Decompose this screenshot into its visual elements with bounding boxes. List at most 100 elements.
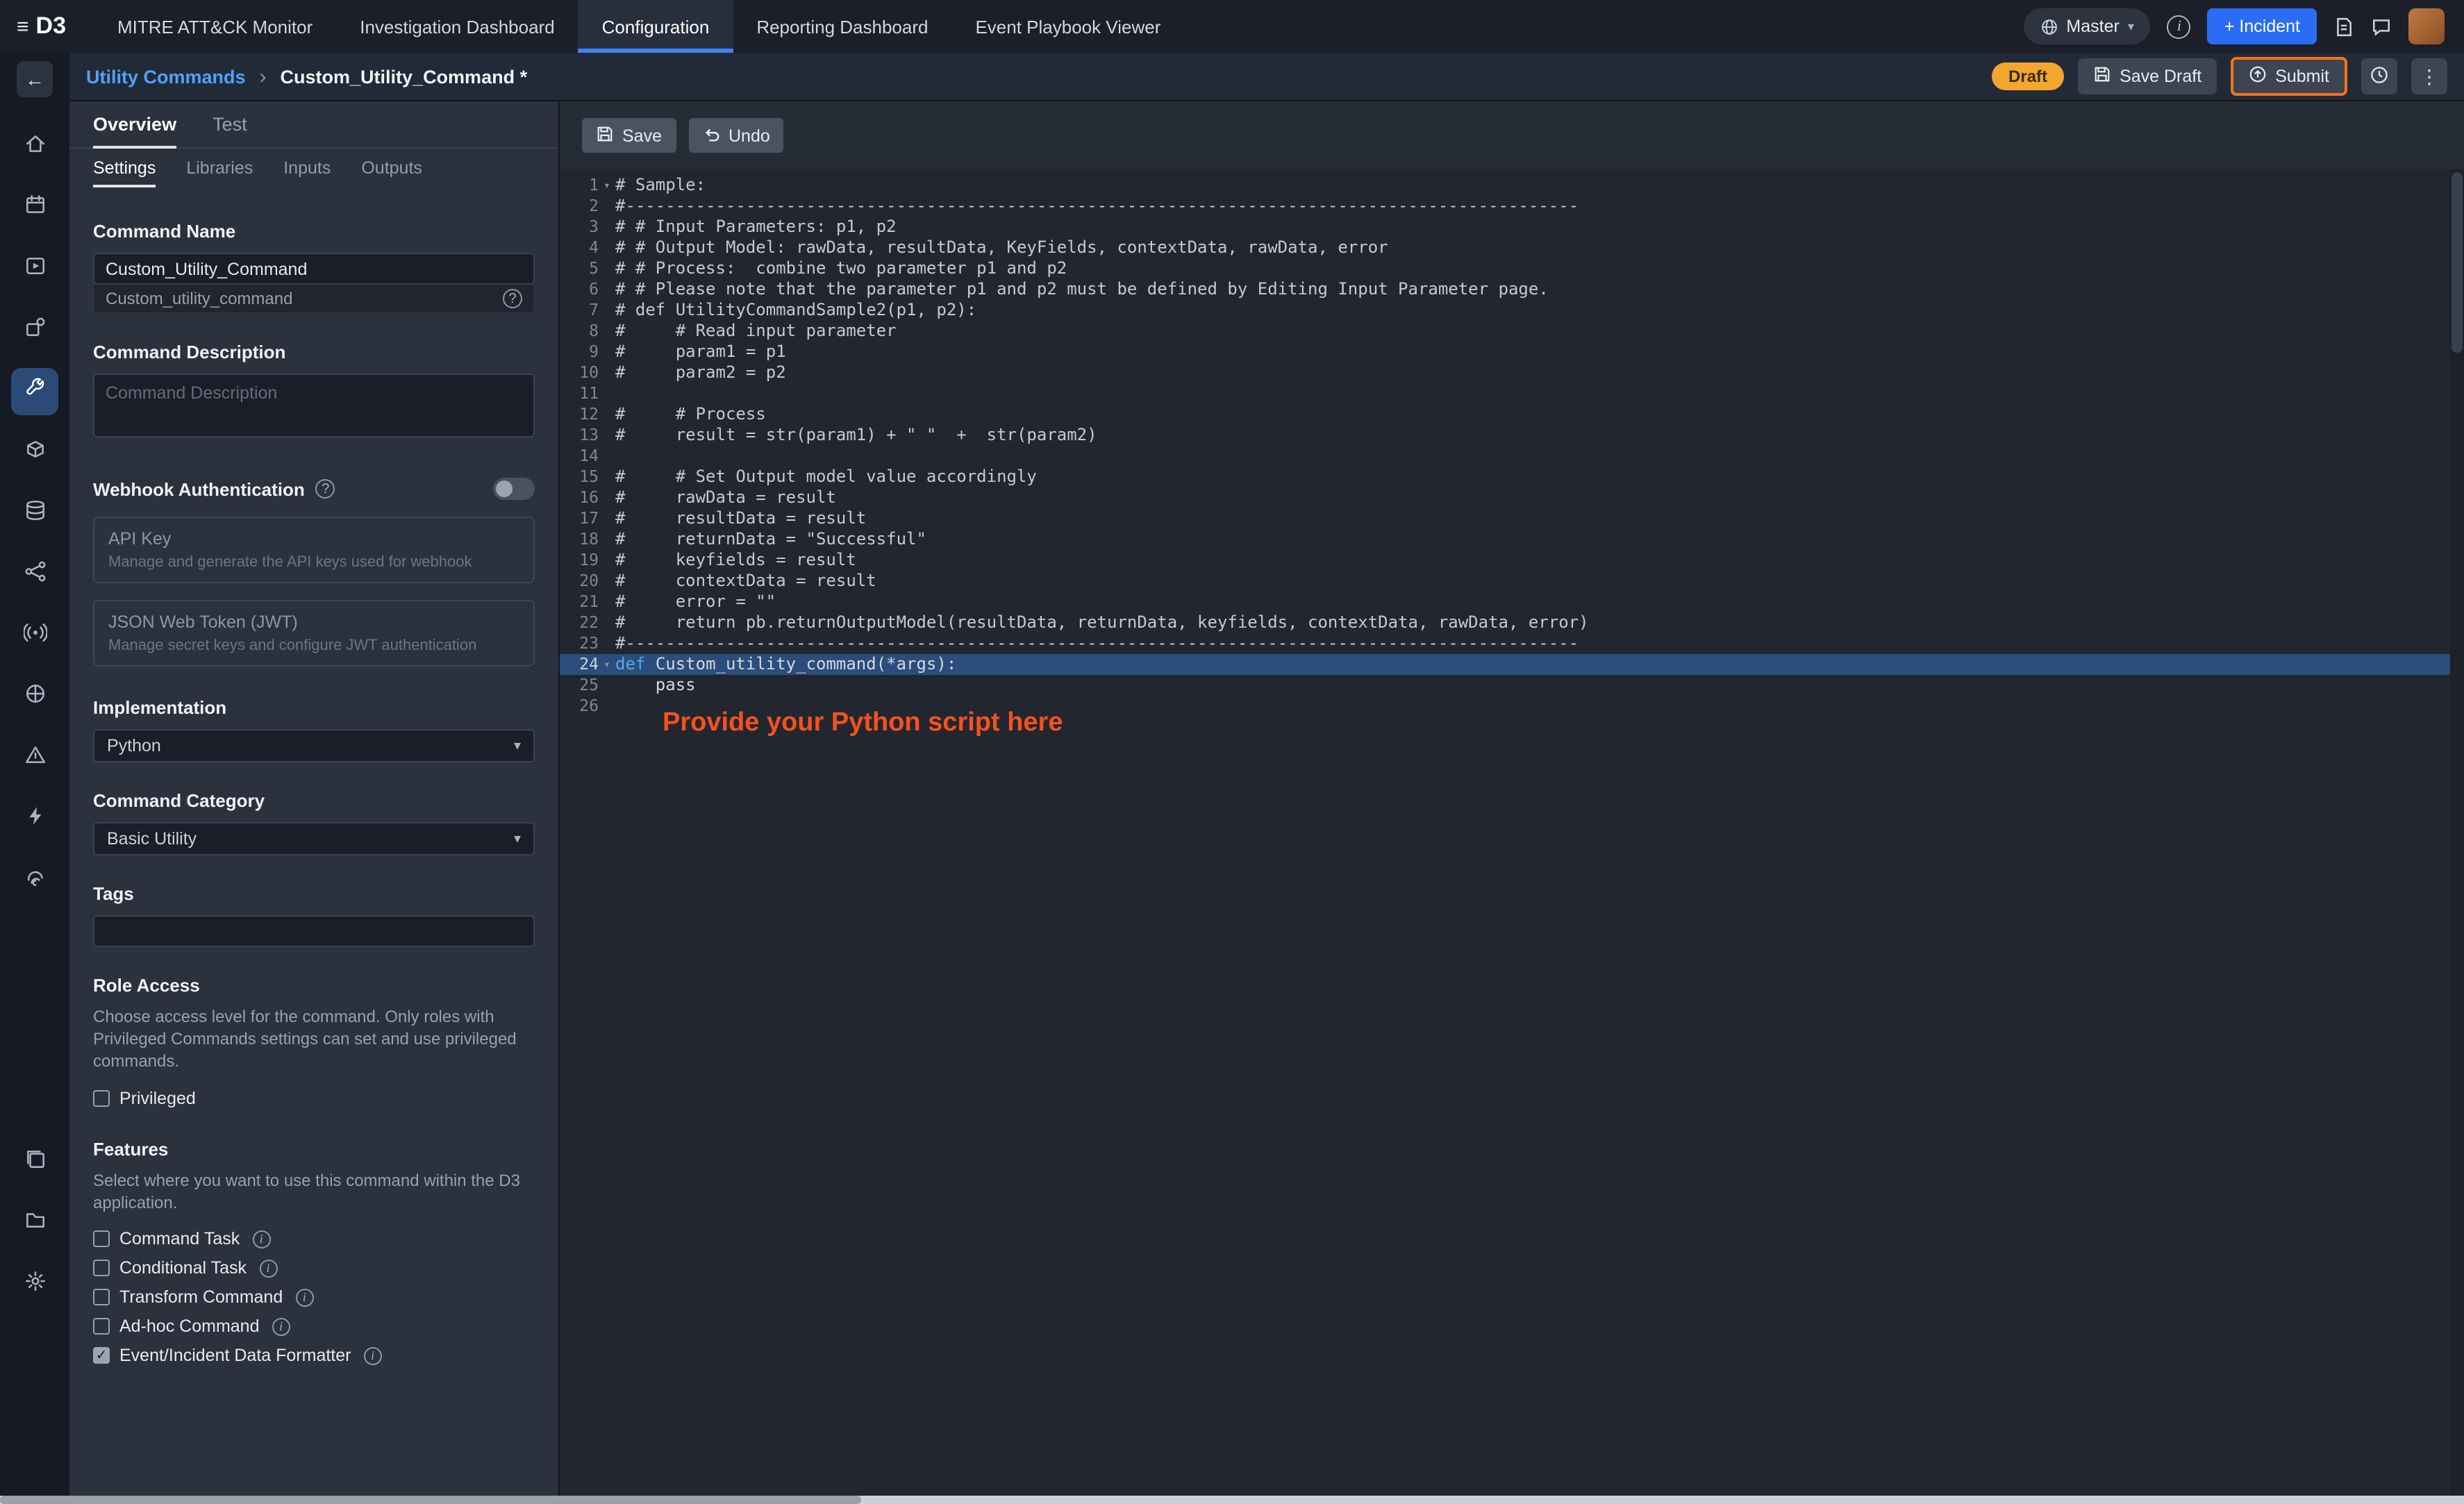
rail-item-global-lists[interactable]: [11, 674, 58, 721]
scrollbar-thumb[interactable]: [2451, 172, 2463, 353]
code-line[interactable]: 17 # resultData = result: [560, 508, 2464, 529]
feature-ad-hoc-command[interactable]: Ad-hoc Command i: [93, 1312, 535, 1342]
tab-settings[interactable]: Settings: [93, 149, 156, 187]
code-line[interactable]: 5 # # Process: combine two parameter p1 a…: [560, 258, 2464, 279]
nav-item-investigation-dashboard[interactable]: Investigation Dashboard: [336, 0, 578, 53]
rail-item-windows[interactable]: [11, 1139, 58, 1186]
rail-item-calendar[interactable]: [11, 185, 58, 232]
nav-item-configuration[interactable]: Configuration: [578, 0, 733, 53]
report-icon[interactable]: [2333, 16, 2354, 37]
fold-icon[interactable]: ▾: [599, 175, 615, 196]
code-line[interactable]: 3 # # Input Parameters: p1, p2: [560, 217, 2464, 237]
tags-input[interactable]: [93, 915, 535, 947]
rail-item-labs[interactable]: [11, 735, 58, 782]
feature-event-incident-data-formatter[interactable]: ✓ Event/Incident Data Formatter i: [93, 1342, 535, 1371]
info-icon[interactable]: i: [272, 1317, 290, 1336]
rail-item-data-ingestion[interactable]: [11, 612, 58, 660]
more-menu-button[interactable]: ⋮: [2411, 58, 2447, 94]
code-line[interactable]: 11: [560, 383, 2464, 404]
tab-libraries[interactable]: Libraries: [186, 149, 253, 187]
command-description-input[interactable]: [93, 374, 535, 437]
code-line[interactable]: 10 # param2 = p2: [560, 362, 2464, 383]
command-name-input[interactable]: [93, 253, 535, 285]
code-line[interactable]: 1 ▾ # Sample:: [560, 175, 2464, 196]
code-editor[interactable]: 1 ▾ # Sample: 2 #---------------------------…: [560, 169, 2464, 1496]
nav-item-event-playbook-viewer[interactable]: Event Playbook Viewer: [951, 0, 1184, 53]
checkbox[interactable]: ✓: [93, 1347, 110, 1364]
code-line[interactable]: 21 # error = "": [560, 592, 2464, 612]
rail-item-fingerprint[interactable]: [11, 857, 58, 904]
info-icon[interactable]: i: [2167, 15, 2191, 38]
rail-item-database[interactable]: [11, 490, 58, 537]
implementation-select[interactable]: Python ▾: [93, 729, 535, 762]
code-line[interactable]: 22 # return pb.returnOutputModel(resultDa…: [560, 612, 2464, 633]
code-line[interactable]: 4 # # Output Model: rawData, resultData, …: [560, 237, 2464, 258]
scrollbar-thumb[interactable]: [0, 1496, 861, 1504]
code-line[interactable]: 25 pass: [560, 675, 2464, 696]
tab-overview[interactable]: Overview: [93, 114, 177, 149]
help-icon[interactable]: ?: [503, 289, 522, 308]
code-line[interactable]: 12 # # Process: [560, 404, 2464, 425]
api-key-card[interactable]: API Key Manage and generate the API keys…: [93, 517, 535, 583]
code-line[interactable]: 9 # param1 = p1: [560, 342, 2464, 362]
code-line[interactable]: 24 ▾ def Custom_utility_command(*args):: [560, 654, 2464, 675]
editor-scrollbar[interactable]: [2450, 169, 2464, 1496]
tab-inputs[interactable]: Inputs: [283, 149, 331, 187]
back-button[interactable]: ←: [17, 61, 53, 97]
rail-item-integrations[interactable]: [11, 307, 58, 354]
nav-item-reporting-dashboard[interactable]: Reporting Dashboard: [733, 0, 951, 53]
code-line[interactable]: 14: [560, 446, 2464, 467]
save-button[interactable]: Save: [582, 118, 676, 153]
help-icon[interactable]: ?: [315, 479, 335, 499]
rail-item-settings[interactable]: [11, 1261, 58, 1308]
avatar[interactable]: [2408, 8, 2445, 44]
chat-icon[interactable]: [2371, 16, 2392, 37]
jwt-card[interactable]: JSON Web Token (JWT) Manage secret keys …: [93, 600, 535, 667]
checkbox[interactable]: [93, 1089, 110, 1107]
feature-conditional-task[interactable]: Conditional Task i: [93, 1254, 535, 1283]
undo-button[interactable]: Undo: [688, 118, 784, 153]
rail-item-utility-commands[interactable]: [11, 368, 58, 415]
checkbox[interactable]: [93, 1260, 110, 1277]
info-icon[interactable]: i: [252, 1230, 271, 1248]
rail-item-packages[interactable]: [11, 429, 58, 476]
feature-command-task[interactable]: Command Task i: [93, 1225, 535, 1254]
submit-button[interactable]: Submit: [2231, 57, 2347, 96]
d3-logo[interactable]: ≡ D3: [17, 0, 66, 53]
save-draft-button[interactable]: Save Draft: [2078, 58, 2217, 94]
checkbox[interactable]: [93, 1230, 110, 1248]
rail-item-playbooks[interactable]: [11, 246, 58, 293]
tab-test[interactable]: Test: [213, 114, 247, 147]
checkbox[interactable]: [93, 1289, 110, 1306]
code-line[interactable]: 20 # contextData = result: [560, 571, 2464, 592]
code-line[interactable]: 19 # keyfields = result: [560, 550, 2464, 571]
fold-icon[interactable]: ▾: [599, 654, 615, 675]
category-select[interactable]: Basic Utility ▾: [93, 822, 535, 855]
site-selector[interactable]: Master ▾: [2023, 8, 2151, 44]
code-line[interactable]: 2 #--------------------------------------…: [560, 196, 2464, 217]
code-line[interactable]: 8 # # Read input parameter: [560, 321, 2464, 342]
info-icon[interactable]: i: [259, 1259, 277, 1278]
code-line[interactable]: 15 # # Set Output model value accordingly: [560, 467, 2464, 487]
code-line[interactable]: 6 # # Please note that the parameter p1 a…: [560, 279, 2464, 300]
breadcrumb-parent[interactable]: Utility Commands: [86, 66, 246, 87]
info-icon[interactable]: i: [295, 1288, 314, 1307]
privileged-checkbox-row[interactable]: Privileged: [93, 1088, 535, 1108]
nav-item-mitre-att-ck-monitor[interactable]: MITRE ATT&CK Monitor: [94, 0, 336, 53]
code-line[interactable]: 7 # def UtilityCommandSample2(p1, p2):: [560, 300, 2464, 321]
feature-transform-command[interactable]: Transform Command i: [93, 1283, 535, 1312]
code-line[interactable]: 18 # returnData = "Successful": [560, 529, 2464, 550]
rail-item-file-manager[interactable]: [11, 1200, 58, 1247]
code-line[interactable]: 13 # result = str(param1) + " " + str(par…: [560, 425, 2464, 446]
code-line[interactable]: 16 # rawData = result: [560, 487, 2464, 508]
info-icon[interactable]: i: [363, 1346, 382, 1365]
tab-outputs[interactable]: Outputs: [361, 149, 422, 187]
page-horizontal-scrollbar[interactable]: [0, 1496, 2464, 1504]
rail-item-automation[interactable]: [11, 796, 58, 843]
webhook-toggle[interactable]: [493, 478, 535, 500]
rail-item-connections[interactable]: [11, 551, 58, 599]
checkbox[interactable]: [93, 1318, 110, 1335]
code-line[interactable]: 23 #-------------------------------------…: [560, 633, 2464, 654]
history-button[interactable]: [2361, 58, 2397, 94]
rail-item-home[interactable]: [11, 124, 58, 171]
